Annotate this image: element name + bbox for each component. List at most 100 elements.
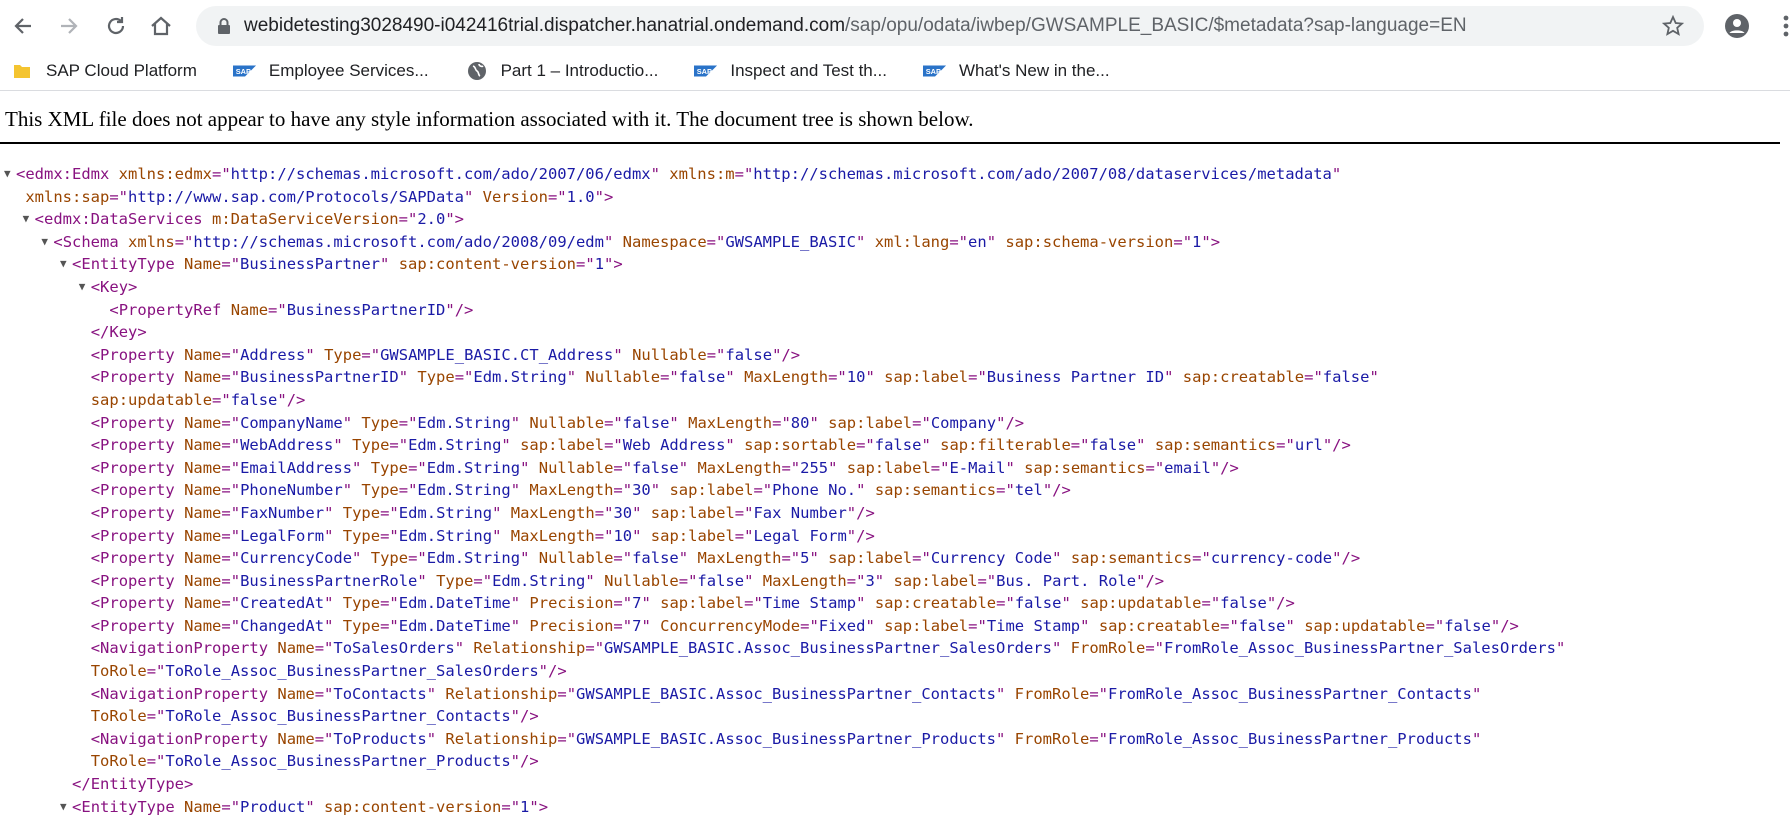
xml-tag-token: =" [389, 436, 409, 455]
xml-space [175, 368, 184, 386]
xml-tag-token: " [585, 571, 595, 590]
bookmark-label: What's New in the... [958, 61, 1110, 80]
xml-tag-token: " [613, 345, 623, 364]
xml-attr-value: BusinessPartnerID [240, 368, 399, 387]
home-button[interactable] [146, 11, 176, 41]
xml-line: sap:updatable="false"/> [0, 389, 1790, 412]
address-bar[interactable]: webidetesting3028490-i042416trial.dispat… [196, 6, 1704, 46]
xml-attr-value: http://schemas.microsoft.com/ado/2008/09… [193, 232, 604, 251]
xml-tag-token: "/> [1042, 481, 1071, 500]
forward-button[interactable] [54, 11, 84, 41]
bookmark-item[interactable]: SAP Employee Services... [232, 61, 429, 81]
collapse-toggle-icon[interactable]: ▼ [60, 796, 67, 819]
xml-line-content: <Property Name="CreatedAt" Type="Edm.Dat… [91, 592, 1295, 615]
xml-attr-name: ToRole [90, 662, 147, 681]
xml-tag-token: =" [800, 616, 819, 635]
collapse-toggle-icon[interactable]: ▼ [23, 208, 30, 231]
xml-tag-token: <Property [90, 594, 175, 613]
xml-tag-token: " [1369, 368, 1379, 387]
xml-space [175, 459, 184, 477]
xml-tag-token: " [324, 616, 334, 635]
profile-button[interactable] [1722, 11, 1752, 41]
xml-tag-token: <Property [90, 436, 175, 455]
xml-attr-name: sap:filterable [940, 436, 1071, 455]
xml-tag-token: " [501, 436, 511, 455]
collapse-toggle-icon[interactable]: ▼ [41, 231, 48, 254]
xml-tag-token: =" [557, 684, 577, 703]
xml-attr-name: xml:lang [874, 232, 950, 251]
xml-space [837, 459, 846, 477]
xml-tag-token: " [995, 729, 1006, 748]
xml-tag-token: =" [753, 481, 773, 500]
xml-tag-token: " [305, 797, 315, 816]
xml-space [529, 459, 538, 477]
xml-tag-token: " [650, 481, 661, 500]
xml-line: </EntityType> [0, 773, 1790, 796]
xml-attr-value: 255 [800, 458, 829, 477]
xml-attr-name: Type [361, 481, 399, 500]
xml-attr-name: Nullable [538, 458, 614, 477]
xml-attr-value: FaxNumber [240, 503, 325, 522]
star-icon[interactable] [1662, 15, 1684, 37]
xml-attr-value: Address [240, 345, 306, 364]
xml-space [1015, 459, 1024, 477]
back-button[interactable] [8, 11, 38, 41]
xml-attr-value: CreatedAt [240, 594, 325, 613]
xml-attr-name: Name [184, 526, 222, 545]
divider [0, 142, 1780, 144]
xml-line-content: <Schema xmlns="http://schemas.microsoft.… [53, 231, 1220, 254]
bookmark-item[interactable]: SAP What's New in the... [922, 61, 1110, 81]
xml-attr-value: email [1164, 458, 1211, 477]
xml-tag-token: =" [949, 232, 969, 251]
xml-attr-name: sap:content-version [324, 797, 502, 816]
bookmark-item[interactable]: SAP Inspect and Test th... [694, 61, 887, 81]
xml-attr-name: ToRole [90, 707, 147, 726]
xml-attr-name: sap:label [520, 436, 605, 455]
xml-tag-token: " [1285, 616, 1295, 635]
collapse-toggle-icon[interactable]: ▼ [4, 163, 11, 186]
xml-line-content: <Property Name="EmailAddress" Type="Edm.… [91, 457, 1239, 480]
bookmark-label: SAP Cloud Platform [46, 61, 197, 80]
back-arrow-icon [14, 18, 31, 34]
xml-tag-token: =" [734, 503, 754, 522]
xml-line: <Property Name="BusinessPartnerID" Type=… [0, 366, 1790, 389]
xml-attr-value: Edm.DateTime [398, 594, 511, 613]
xml-space [315, 798, 324, 816]
xml-space [1061, 639, 1070, 657]
reload-button[interactable] [101, 11, 131, 41]
xml-space [819, 414, 828, 432]
xml-tag-token: <NavigationProperty [90, 729, 269, 748]
xml-tag-token: =" [1089, 684, 1108, 703]
xml-tag-token: "/> [846, 526, 875, 545]
xml-tag-token: =" [314, 639, 334, 658]
xml-tag-token: =" [660, 368, 679, 387]
xml-tag-token: =" [212, 165, 231, 183]
xml-line-content: <Property Name="BusinessPartnerRole" Typ… [91, 570, 1164, 593]
xml-attr-name: MaxLength [688, 413, 773, 432]
xml-attr-name: xmlns:m [669, 165, 735, 183]
xml-tag-token: " [520, 458, 530, 477]
xml-attr-value: BusinessPartnerID [286, 300, 446, 319]
xml-attr-name: Name [184, 503, 222, 522]
xml-attr-name: Type [417, 368, 455, 387]
xml-space [119, 233, 128, 251]
xml-attr-value: ToContacts [333, 684, 427, 703]
xml-attr-value: 10 [846, 368, 866, 387]
xml-attr-name: Name [184, 616, 222, 635]
bookmark-item[interactable]: SAP Cloud Platform [10, 61, 197, 81]
xml-space [819, 549, 828, 567]
browser-menu-button[interactable] [1776, 14, 1790, 38]
xml-attr-value: Business Partner ID [986, 368, 1165, 387]
xml-tag-token: <PropertyRef [109, 300, 222, 319]
collapse-toggle-icon[interactable]: ▼ [60, 253, 67, 276]
xml-line-content: <EntityType Name="Product" sap:content-v… [72, 796, 548, 819]
xml-space [1295, 617, 1304, 635]
bookmark-item[interactable]: Part 1 – Introductio... [465, 61, 658, 81]
xml-attr-name: sap:content-version [398, 255, 577, 274]
xml-attr-name: Type [436, 571, 474, 590]
collapse-toggle-icon[interactable]: ▼ [79, 276, 86, 299]
xml-attr-name: Name [184, 571, 222, 590]
xml-space [651, 594, 660, 612]
xml-attr-name: Name [184, 255, 222, 274]
xml-line: <Property Name="EmailAddress" Type="Edm.… [0, 457, 1790, 480]
